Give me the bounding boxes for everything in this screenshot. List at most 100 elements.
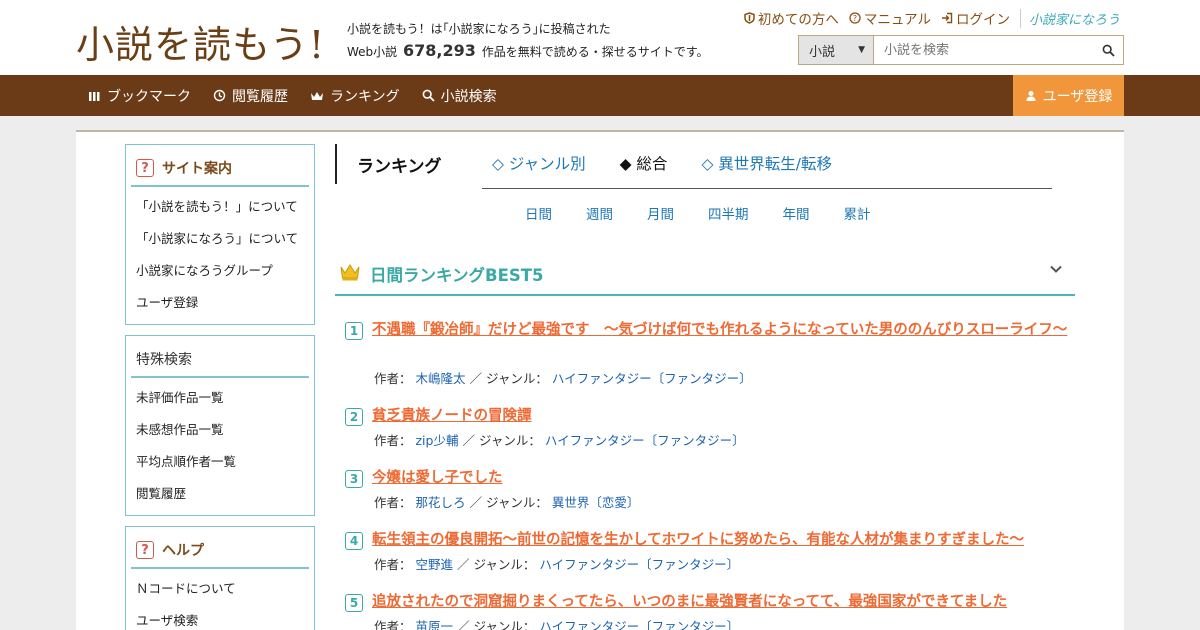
login-icon (941, 12, 953, 24)
genre-link[interactable]: ハイファンタジー〔ファンタジー〕 (539, 557, 739, 572)
search-category-value: 小説 (809, 44, 836, 60)
period-quarterly[interactable]: 四半期 (708, 203, 749, 223)
author-link[interactable]: 苗原一 (416, 619, 454, 630)
author-label: 作者： (374, 495, 412, 510)
genre-label: ／ ジャンル： (457, 619, 536, 630)
search-icon (1102, 44, 1115, 57)
search-button[interactable] (1093, 36, 1123, 64)
nav-history-label: 閲覧履歴 (232, 88, 288, 105)
sidebar-special-search: 特殊検索 未評価作品一覧 未感想作品一覧 平均点順作者一覧 閲覧履歴 (125, 335, 315, 516)
manual-link[interactable]: ? マニュアル (849, 8, 931, 28)
help-icon: ? (136, 541, 154, 559)
register-button[interactable]: ユーザ登録 (1013, 75, 1124, 116)
sidebar-guide: ? サイト案内 「小説を読もう！」について 「小説家になろう」について 小説家に… (125, 144, 315, 325)
tab-overall[interactable]: ◆ 総合 (620, 152, 668, 174)
site-logo[interactable]: 小説を読もう! (76, 14, 326, 67)
genre-link[interactable]: 異世界〔恋愛〕 (552, 495, 640, 510)
nav-ranking[interactable]: ランキング (310, 86, 400, 106)
period-yearly[interactable]: 年間 (783, 203, 810, 223)
main-nav: ブックマーク 閲覧履歴 ランキング 小説検索 ユーザ登録 (0, 75, 1200, 116)
best5-header[interactable]: 日間ランキングBEST5 (335, 250, 1075, 296)
genre-link[interactable]: ハイファンタジー〔ファンタジー〕 (552, 371, 752, 386)
sidebar-item-no-review[interactable]: 未感想作品一覧 (136, 418, 314, 450)
sidebar-item-ncode[interactable]: Ｎコードについて (136, 577, 314, 609)
sidebar-help-header: ? ヘルプ (131, 533, 309, 569)
sidebar-item-history[interactable]: 閲覧履歴 (136, 482, 314, 514)
author-link[interactable]: 木嶋隆太 (416, 371, 466, 386)
ranking-entry: 5 追放されたので洞窟掘りまくってたら、いつのまに最強賢者になってて、最強国家が… (345, 590, 1075, 630)
beginners-label: 初めての方へ (757, 12, 839, 28)
svg-text:?: ? (853, 14, 857, 23)
sidebar-help-title: ヘルプ (162, 543, 204, 559)
novel-title-link[interactable]: 追放されたので洞窟掘りまくってたら、いつのまに最強賢者になってて、最強国家ができ… (372, 590, 1072, 614)
nav-history[interactable]: 閲覧履歴 (213, 86, 288, 106)
ranking-entry: 4 転生領主の優良開拓〜前世の記憶を生かしてホワイトに努めたら、有能な人材が集ま… (345, 528, 1075, 572)
ranking-entry: 1 不遇職『鍛冶師』だけど最強です ～気づけば何でも作れるようになっていた男のの… (345, 318, 1075, 386)
period-daily[interactable]: 日間 (525, 203, 552, 223)
novel-title-link[interactable]: 今嬢は愛し子でした (372, 466, 1072, 490)
login-label: ログイン (955, 12, 1010, 28)
help-icon: ? (136, 159, 154, 177)
sidebar-item-register[interactable]: ユーザ登録 (136, 291, 314, 323)
author-label: 作者： (374, 371, 412, 386)
sidebar-special-title: 特殊検索 (136, 352, 192, 368)
author-link[interactable]: 空野進 (416, 557, 454, 572)
user-icon (1026, 90, 1036, 101)
novel-title-link[interactable]: 転生領主の優良開拓〜前世の記憶を生かしてホワイトに努めたら、有能な人材が集まりす… (372, 528, 1072, 552)
novel-title-link[interactable]: 貧乏貴族ノードの冒険譚 (372, 404, 1072, 428)
tagline-line2: Web小説 678,293 作品を無料で読める・探せるサイトです。 (347, 40, 709, 63)
rank-number: 5 (345, 594, 363, 612)
search-box: 小説 ▼ (798, 35, 1124, 65)
search-input[interactable] (874, 36, 1093, 64)
genre-link[interactable]: ハイファンタジー〔ファンタジー〕 (539, 619, 739, 630)
search-icon (422, 89, 435, 102)
question-circle-icon: ? (849, 12, 861, 24)
tab-divider (482, 188, 1052, 189)
sidebar-item-unrated[interactable]: 未評価作品一覧 (136, 386, 314, 418)
period-weekly[interactable]: 週間 (586, 203, 613, 223)
sidebar-guide-title: サイト案内 (162, 161, 232, 177)
author-link[interactable]: 那花しろ (416, 495, 466, 510)
history-icon (213, 89, 226, 102)
genre-label: ／ ジャンル： (469, 495, 548, 510)
nav-bookmark-label: ブックマーク (107, 88, 191, 105)
genre-link[interactable]: ハイファンタジー〔ファンタジー〕 (545, 433, 745, 448)
sidebar-item-avg-authors[interactable]: 平均点順作者一覧 (136, 450, 314, 482)
tab-isekai[interactable]: ◇ 異世界転生/転移 (701, 152, 832, 174)
search-category-select[interactable]: 小説 ▼ (799, 36, 874, 64)
site-tagline: 小説を読もう！は｢小説家になろう｣に投稿された Web小説 678,293 作品… (347, 18, 709, 63)
main-content: ? サイト案内 「小説を読もう！」について 「小説家になろう」について 小説家に… (76, 130, 1124, 630)
sidebar-item-about-narou[interactable]: 「小説家になろう」について (136, 227, 314, 259)
nav-ranking-label: ランキング (330, 88, 400, 105)
top-links: 初めての方へ ? マニュアル ログイン 小説家になろう (744, 8, 1120, 28)
syosetu-brand-link[interactable]: 小説家になろう (1019, 8, 1120, 28)
tagline-suffix: 作品を無料で読める・探せるサイトです。 (481, 45, 709, 59)
sidebar-item-about-yomou[interactable]: 「小説を読もう！」について (136, 195, 314, 227)
shield-icon (744, 12, 755, 24)
crown-icon (311, 91, 323, 100)
register-label: ユーザ登録 (1042, 88, 1113, 105)
bookmark-icon (89, 91, 100, 101)
dropdown-arrow-icon: ▼ (858, 45, 865, 55)
nav-bookmark[interactable]: ブックマーク (88, 86, 191, 106)
genre-label: ／ ジャンル： (462, 433, 541, 448)
beginners-link[interactable]: 初めての方へ (744, 8, 839, 28)
author-link[interactable]: zip少輔 (416, 433, 459, 448)
novel-meta: 作者： zip少輔 ／ ジャンル： ハイファンタジー〔ファンタジー〕 (374, 430, 745, 449)
novel-title-link[interactable]: 不遇職『鍛冶師』だけど最強です ～気づけば何でも作れるようになっていた男ののんび… (372, 318, 1072, 342)
sidebar-item-group[interactable]: 小説家になろうグループ (136, 259, 314, 291)
nav-search-label: 小説検索 (440, 88, 497, 105)
tab-genre[interactable]: ◇ ジャンル別 (492, 152, 586, 174)
logo-text: 小説を読もう! (76, 23, 326, 67)
login-link[interactable]: ログイン (941, 8, 1010, 28)
nav-search[interactable]: 小説検索 (422, 86, 497, 106)
novel-meta: 作者： 苗原一 ／ ジャンル： ハイファンタジー〔ファンタジー〕 (374, 616, 739, 630)
period-total[interactable]: 累計 (844, 203, 871, 223)
ranking-entry: 3 今嬢は愛し子でした 作者： 那花しろ ／ ジャンル： 異世界〔恋愛〕 (345, 466, 1075, 510)
crown-icon (340, 264, 360, 281)
sidebar-item-user-search[interactable]: ユーザ検索 (136, 609, 314, 630)
rank-number: 3 (345, 470, 363, 488)
heading-bar (335, 144, 337, 184)
period-monthly[interactable]: 月間 (647, 203, 674, 223)
manual-label: マニュアル (863, 12, 931, 28)
